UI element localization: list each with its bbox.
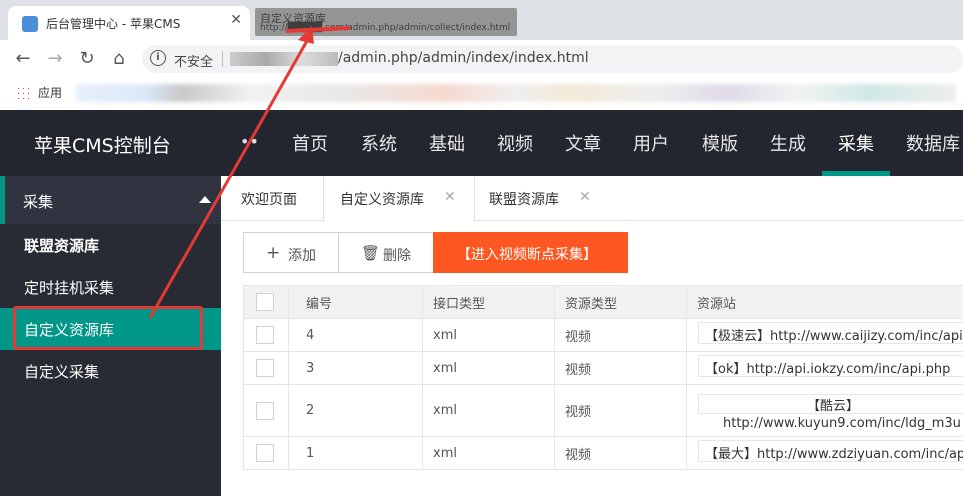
- delete-button-label: 删除: [383, 248, 411, 264]
- row-id: 3: [288, 351, 423, 385]
- row-id: 1: [288, 436, 423, 470]
- bookmarks-bar: 应用: [0, 78, 963, 108]
- table-header-row: 编号 接口类型 资源类型 资源站: [243, 285, 963, 319]
- breakpoint-collect-button[interactable]: 【进入视频断点采集】: [433, 232, 628, 273]
- col-header-resource-type: 资源类型: [554, 285, 687, 319]
- collect-button-label: 【进入视频断点采集】: [457, 247, 597, 263]
- tooltip-url: http://█████.com/admin.php/admin/collect…: [260, 23, 511, 33]
- row-id: 4: [288, 318, 423, 352]
- row-site-input[interactable]: 【最大】http://www.zdziyuan.com/inc/ap: [698, 440, 963, 462]
- nav-article[interactable]: 文章: [565, 130, 601, 156]
- menu-toggle-icon[interactable]: ••: [240, 132, 259, 151]
- nav-user[interactable]: 用户: [633, 130, 669, 156]
- omnibox-divider: [222, 51, 223, 67]
- reload-icon[interactable]: ↻: [76, 48, 98, 69]
- sidebar-item-label: 联盟资源库: [24, 237, 100, 255]
- info-icon[interactable]: i: [150, 50, 166, 66]
- row-checkbox[interactable]: [256, 326, 274, 344]
- annotation-highlight-box: [13, 306, 203, 350]
- apps-label[interactable]: 应用: [38, 84, 62, 101]
- nav-template[interactable]: 模版: [702, 130, 738, 156]
- select-all-cell: [243, 285, 289, 319]
- address-input[interactable]: i 不安全 /admin.php/admin/index/index.html: [142, 45, 963, 73]
- plus-icon: +: [266, 243, 281, 263]
- sidebar-item-scheduled-collect[interactable]: 定时挂机采集: [0, 266, 221, 308]
- table-row[interactable]: 3 xml 视频 【ok】http://api.iokzy.com/inc/ap…: [243, 351, 963, 385]
- site-favicon-icon: [22, 16, 38, 32]
- row-id: 2: [288, 384, 423, 437]
- nav-basic[interactable]: 基础: [429, 130, 465, 156]
- sidebar-group-collect[interactable]: 采集: [0, 176, 221, 224]
- table-row[interactable]: 4 xml 视频 【极速云】http://www.caijizy.com/inc…: [243, 318, 963, 352]
- tab-label: 联盟资源库: [489, 192, 559, 208]
- row-site-cell[interactable]: 【酷云】 http://www.kuyun9.com/inc/ldg_m3u: [686, 384, 963, 437]
- select-all-checkbox[interactable]: [256, 293, 274, 311]
- close-icon[interactable]: ✕: [444, 189, 456, 205]
- row-site-input[interactable]: 【极速云】http://www.caijizy.com/inc/api: [698, 322, 963, 344]
- row-checkbox[interactable]: [256, 401, 274, 420]
- apps-grid-icon[interactable]: [16, 86, 30, 100]
- add-button-label: 添加: [288, 248, 316, 264]
- tab-label: 欢迎页面: [241, 192, 297, 208]
- row-resource-type: 视频: [554, 318, 687, 352]
- col-header-id: 编号: [288, 285, 423, 319]
- col-header-api-type: 接口类型: [422, 285, 555, 319]
- redacted-domain: [230, 52, 338, 66]
- row-resource-type: 视频: [554, 436, 687, 470]
- tab-welcome[interactable]: 欢迎页面: [221, 176, 323, 221]
- cms-logo: 苹果CMS控制台: [34, 135, 171, 157]
- close-icon[interactable]: ✕: [579, 189, 591, 205]
- redacted-bookmarks: [76, 84, 956, 102]
- insecure-label: 不安全: [174, 55, 214, 70]
- nav-database[interactable]: 数据库: [906, 130, 960, 156]
- sidebar-item-custom-collect[interactable]: 自定义采集: [0, 350, 221, 392]
- table-row[interactable]: 1 xml 视频 【最大】http://www.zdziyuan.com/inc…: [243, 436, 963, 470]
- home-icon[interactable]: ⌂: [108, 48, 130, 69]
- nav-system[interactable]: 系统: [361, 130, 397, 156]
- tab-label: 自定义资源库: [340, 192, 424, 208]
- sidebar-submenu: 联盟资源库 定时挂机采集 自定义资源库 自定义采集: [0, 224, 221, 496]
- resource-table: 编号 接口类型 资源类型 资源站 4 xml 视频 【极速云】http://ww…: [243, 285, 963, 470]
- back-arrow-icon[interactable]: ←: [12, 48, 34, 69]
- row-api-type: xml: [422, 384, 555, 437]
- tab-union-library[interactable]: 联盟资源库 ✕: [475, 176, 605, 221]
- sidebar-group-label: 采集: [23, 193, 54, 211]
- sidebar-item-label: 定时挂机采集: [24, 279, 115, 297]
- table-row[interactable]: 2 xml 视频 【酷云】 http://www.kuyun9.com/inc/…: [243, 384, 963, 437]
- row-site-line2: http://www.kuyun9.com/inc/ldg_m3u: [723, 416, 961, 431]
- row-api-type: xml: [422, 436, 555, 470]
- browser-tab-title: 后台管理中心 - 苹果CMS: [46, 17, 181, 31]
- add-button[interactable]: + 添加: [243, 232, 339, 273]
- trash-icon: 🗑: [361, 244, 381, 262]
- row-api-type: xml: [422, 318, 555, 352]
- row-site-input[interactable]: 【ok】http://api.iokzy.com/inc/api.php: [698, 355, 963, 377]
- browser-tab-active[interactable]: 后台管理中心 - 苹果CMS ✕: [8, 6, 250, 40]
- row-checkbox[interactable]: [256, 444, 274, 462]
- chevron-up-icon: [199, 196, 211, 203]
- sidebar-item-union-library[interactable]: 联盟资源库: [0, 224, 221, 266]
- row-site-line1: 【酷云】: [698, 394, 963, 414]
- row-resource-type: 视频: [554, 384, 687, 437]
- page-tabs: 欢迎页面 自定义资源库 ✕ 联盟资源库 ✕: [221, 176, 963, 222]
- browser-tab-strip: 后台管理中心 - 苹果CMS ✕ 自定义资源库 http://█████.com…: [0, 0, 963, 40]
- row-api-type: xml: [422, 351, 555, 385]
- col-header-resource-site: 资源站: [686, 285, 963, 319]
- forward-arrow-icon[interactable]: →: [44, 48, 66, 69]
- nav-video[interactable]: 视频: [497, 130, 533, 156]
- cms-header: 苹果CMS控制台 •• 首页 系统 基础 视频 文章 用户 模版 生成 采集 数…: [0, 110, 963, 176]
- sidebar-item-label: 自定义采集: [24, 363, 100, 381]
- tab-hover-tooltip: 自定义资源库 http://█████.com/admin.php/admin/…: [255, 8, 517, 36]
- delete-button[interactable]: 🗑 删除: [338, 232, 434, 273]
- nav-generate[interactable]: 生成: [770, 130, 806, 156]
- browser-toolbar: ← → ↻ ⌂ i 不安全 /admin.php/admin/index/ind…: [0, 40, 963, 78]
- row-checkbox[interactable]: [256, 359, 274, 377]
- url-text: /admin.php/admin/index/index.html: [338, 50, 589, 66]
- close-tab-icon[interactable]: ✕: [230, 12, 242, 28]
- nav-collect[interactable]: 采集: [838, 130, 874, 156]
- row-resource-type: 视频: [554, 351, 687, 385]
- nav-home[interactable]: 首页: [292, 130, 328, 156]
- tab-custom-library[interactable]: 自定义资源库 ✕: [323, 176, 475, 222]
